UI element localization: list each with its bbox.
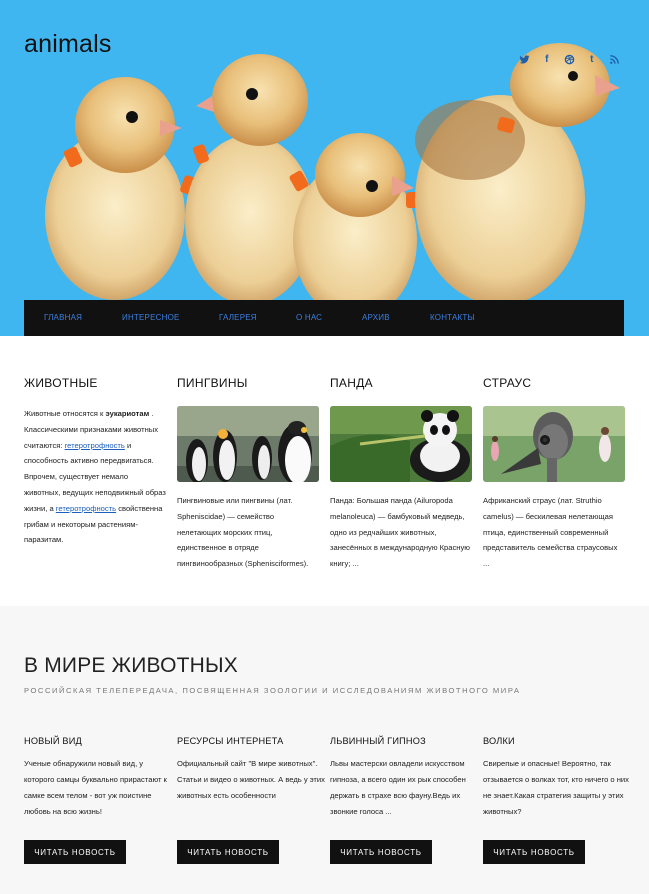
feature-cards: ЖИВОТНЫЕ Животные относятся к эукариотам… xyxy=(0,336,649,606)
dribbble-icon[interactable] xyxy=(558,52,581,66)
heterotrophy-link-2[interactable]: гетеротрофность xyxy=(56,504,116,513)
hero-banner: animals f t ГЛАВНАЯ ИНТЕРЕСНОЕ ГАЛЕРЕЯ О… xyxy=(0,0,649,336)
nav-item-interesting[interactable]: ИНТЕРЕСНОЕ xyxy=(122,313,180,322)
news-item: НОВЫЙ ВИД Ученые обнаружили новый вид, у… xyxy=(24,736,174,864)
news-item: РЕСУРСЫ ИНТЕРНЕТА Официальный сайт "В ми… xyxy=(177,736,327,864)
card-title[interactable]: ПИНГВИНЫ xyxy=(177,376,319,390)
site-title[interactable]: animals xyxy=(24,30,112,59)
news-section: В МИРЕ ЖИВОТНЫХ РОССИЙСКАЯ ТЕЛЕПЕРЕДАЧА,… xyxy=(0,606,649,894)
penguins-photo[interactable] xyxy=(177,406,319,482)
news-text: Ученые обнаружили новый вид, у которого … xyxy=(24,759,167,816)
news-title: НОВЫЙ ВИД xyxy=(24,736,82,746)
read-news-button[interactable]: ЧИТАТЬ НОВОСТЬ xyxy=(177,840,279,864)
main-nav: ГЛАВНАЯ ИНТЕРЕСНОЕ ГАЛЕРЕЯ О НАС АРХИВ К… xyxy=(24,300,624,336)
read-news-button[interactable]: ЧИТАТЬ НОВОСТЬ xyxy=(24,840,126,864)
news-title: ЛЬВИННЫЙ ГИПНОЗ xyxy=(330,736,426,746)
news-text: Официальный сайт "В мире животных". Стат… xyxy=(177,759,325,800)
card-penguins: ПИНГВИНЫ Пингвиновые или пингвины (лат. … xyxy=(177,376,319,572)
twitter-icon[interactable] xyxy=(513,52,536,66)
card-text: Африканский страус (лат. Struthio camelu… xyxy=(483,496,618,569)
read-news-button[interactable]: ЧИТАТЬ НОВОСТЬ xyxy=(330,840,432,864)
section-title: В МИРЕ ЖИВОТНЫХ xyxy=(24,654,238,677)
nav-item-about[interactable]: О НАС xyxy=(296,313,322,322)
card-title[interactable]: ЖИВОТНЫЕ xyxy=(24,376,166,390)
card-ostrich: СТРАУС Африканский страус (лат. Struthio… xyxy=(483,376,625,572)
card-title[interactable]: СТРАУС xyxy=(483,376,625,390)
news-item: ВОЛКИ Свирепые и опасные! Вероятно, так … xyxy=(483,736,633,864)
panda-photo[interactable] xyxy=(330,406,472,482)
rss-icon[interactable] xyxy=(603,52,626,66)
facebook-icon[interactable]: f xyxy=(536,52,559,66)
social-links: f t xyxy=(513,52,626,66)
card-panda: ПАНДА Панда: Большая панда (Ailuropoda m… xyxy=(330,376,472,572)
read-news-button[interactable]: ЧИТАТЬ НОВОСТЬ xyxy=(483,840,585,864)
card-animals: ЖИВОТНЫЕ Животные относятся к эукариотам… xyxy=(24,376,166,548)
card-text: Животные относятся к эукариотам . Класси… xyxy=(24,409,166,545)
nav-item-gallery[interactable]: ГАЛЕРЕЯ xyxy=(219,313,257,322)
nav-item-archive[interactable]: АРХИВ xyxy=(362,313,390,322)
news-title: РЕСУРСЫ ИНТЕРНЕТА xyxy=(177,736,284,746)
card-title[interactable]: ПАНДА xyxy=(330,376,472,390)
nav-item-contacts[interactable]: КОНТАКТЫ xyxy=(430,313,475,322)
news-title: ВОЛКИ xyxy=(483,736,515,746)
card-text: Панда: Большая панда (Ailuropoda melanol… xyxy=(330,496,470,569)
news-text: Свирепые и опасные! Вероятно, так отзыва… xyxy=(483,759,629,816)
news-text: Львы мастерски овладели искусством гипно… xyxy=(330,759,466,816)
card-text: Пингвиновые или пингвины (лат. Sphenisci… xyxy=(177,496,309,569)
ostrich-photo[interactable] xyxy=(483,406,625,482)
tumblr-icon[interactable]: t xyxy=(581,52,604,66)
heterotrophy-link[interactable]: гетеротрофность xyxy=(65,441,125,450)
nav-item-home[interactable]: ГЛАВНАЯ xyxy=(44,313,82,322)
section-subtitle: РОССИЙСКАЯ ТЕЛЕПЕРЕДАЧА, ПОСВЯЩЕННАЯ ЗОО… xyxy=(24,686,521,695)
news-item: ЛЬВИННЫЙ ГИПНОЗ Львы мастерски овладели … xyxy=(330,736,480,864)
